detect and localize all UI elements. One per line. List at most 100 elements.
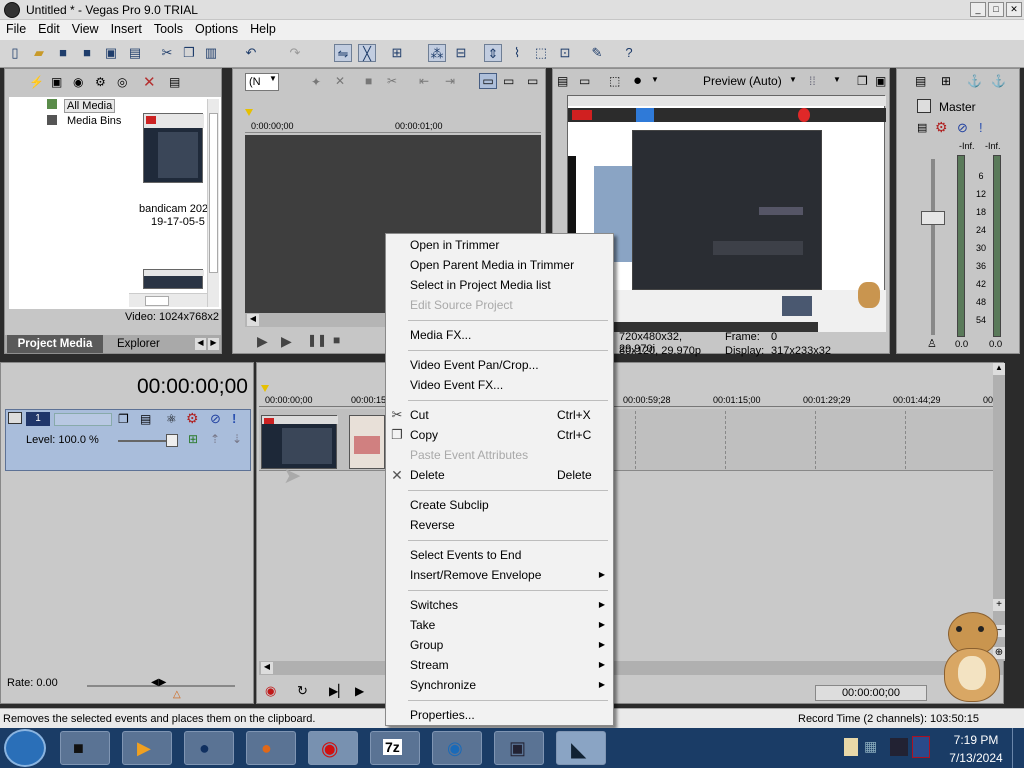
normal-edit-tool-icon[interactable]: ⇕ [484, 44, 502, 62]
insert-fx-icon[interactable]: ⚓ [967, 74, 982, 88]
ignore-grouping-icon[interactable]: ⊟ [452, 44, 470, 62]
menu-video-event-fx[interactable]: Video Event FX... [386, 375, 613, 395]
menu-create-subclip[interactable]: Create Subclip [386, 495, 613, 515]
taskbar-bandicam[interactable]: ◉ [308, 731, 358, 765]
insert-bus-icon[interactable]: ⊞ [941, 74, 951, 88]
lock-envelopes-icon[interactable]: ⁂ [428, 44, 446, 62]
master-fader-track[interactable] [931, 159, 935, 335]
track-fx-settings-icon[interactable]: ⚙ [186, 410, 199, 427]
import-media-icon[interactable]: ⚡ [29, 75, 44, 89]
envelope-tool-icon[interactable]: ⌇ [508, 44, 526, 62]
video-track-lane[interactable] [259, 409, 993, 471]
redo-icon[interactable]: ↷ [286, 44, 304, 62]
taskbar-app-3[interactable]: ● [184, 731, 234, 765]
capture-video-icon[interactable]: ▣ [51, 75, 62, 89]
cut-icon[interactable]: ✂ [158, 44, 176, 62]
menu-media-fx[interactable]: Media FX... [386, 325, 613, 345]
tabs-scroll-right[interactable]: ▶ [208, 338, 219, 350]
record-icon[interactable]: ◉ [265, 683, 276, 699]
menu-stream[interactable]: Stream ▶ [386, 655, 613, 675]
track-fx-icon[interactable]: ⚛ [166, 412, 177, 426]
master-solo-icon[interactable]: ! [979, 120, 983, 135]
track-solo-icon[interactable]: ! [232, 411, 236, 426]
tabs-scroll-left[interactable]: ◀ [195, 338, 206, 350]
properties-icon[interactable]: ▤ [126, 44, 144, 62]
save-snapshot-icon[interactable]: ▣ [875, 74, 886, 88]
start-button[interactable] [4, 729, 46, 767]
master-properties-icon[interactable]: ▤ [917, 121, 927, 134]
taskbar-firefox[interactable]: ● [246, 731, 296, 765]
taskbar-app-1[interactable]: ■ [60, 731, 110, 765]
menu-reverse[interactable]: Reverse [386, 515, 613, 535]
track-move-up-icon[interactable]: ⇡ [210, 432, 220, 446]
rate-slider-handle[interactable]: ◀▶ [151, 677, 166, 688]
close-button[interactable]: ✕ [1006, 2, 1022, 17]
preview-quality-arrow-icon[interactable]: ▼ [789, 75, 797, 84]
remove-media-icon[interactable]: ✕ [143, 73, 156, 91]
media-thumbnail[interactable] [143, 113, 204, 183]
master-fader-handle[interactable] [921, 211, 945, 225]
menu-help[interactable]: Help [244, 20, 282, 36]
mixer-properties-icon[interactable]: ▤ [915, 74, 926, 88]
media-vertical-scrollbar[interactable] [207, 99, 219, 307]
menu-insert[interactable]: Insert [105, 20, 148, 36]
new-project-icon[interactable]: ▯ [6, 44, 24, 62]
copy-snapshot-icon[interactable]: ❐ [857, 74, 868, 88]
trimmer-save-icon[interactable]: ■ [365, 74, 372, 88]
taskbar-media-player[interactable]: ▶ [122, 731, 172, 765]
menu-group[interactable]: Group ▶ [386, 635, 613, 655]
tab-project-media[interactable]: Project Media [7, 335, 103, 353]
timeline-scroll-left[interactable]: ◀ [261, 662, 273, 674]
trimmer-add-before-icon[interactable]: ⇤ [419, 74, 429, 88]
enable-snapping-icon[interactable]: ⇋ [334, 44, 352, 62]
media-fx-icon[interactable]: ⚙ [95, 75, 106, 89]
selection-tool-icon[interactable]: ⬚ [532, 44, 550, 62]
show-desktop-button[interactable] [1012, 728, 1024, 768]
media-generator-icon[interactable]: ◎ [117, 75, 127, 89]
menu-view[interactable]: View [66, 20, 105, 36]
trimmer-fx-icon[interactable]: ✦ [311, 75, 321, 89]
menu-properties[interactable]: Properties... [386, 705, 613, 725]
render-icon[interactable]: ▣ [102, 44, 120, 62]
trimmer-pause-icon[interactable]: ❚❚ [307, 333, 327, 347]
trimmer-scroll-left[interactable]: ◀ [247, 314, 259, 326]
play-from-start-icon[interactable]: ▶▏ [329, 684, 347, 698]
track-move-down-icon[interactable]: ⇣ [232, 432, 242, 446]
menu-video-event-pan-crop[interactable]: Video Event Pan/Crop... [386, 355, 613, 375]
taskbar-vegas[interactable]: ◣ [556, 731, 606, 765]
menu-switches[interactable]: Switches ▶ [386, 595, 613, 615]
auto-crossfade-icon[interactable]: ╳ [358, 44, 376, 62]
menu-take[interactable]: Take ▶ [386, 615, 613, 635]
split-screen-arrow-icon[interactable]: ▼ [651, 75, 659, 84]
save-icon[interactable]: ■ [54, 44, 72, 62]
auto-ripple-icon[interactable]: ⊞ [388, 44, 406, 62]
vegas-app-icon[interactable] [4, 2, 20, 18]
timeline-play-icon[interactable]: ▶ [355, 684, 364, 698]
menu-synchronize[interactable]: Synchronize ▶ [386, 675, 613, 695]
trimmer-split-icon[interactable]: ✂ [387, 74, 397, 88]
video-event-2[interactable] [349, 415, 385, 469]
taskbar-app-7[interactable]: ◉ [432, 731, 482, 765]
overlays-icon[interactable]: ⁞⁞ [809, 74, 816, 88]
trimmer-play-icon[interactable]: ▶ [281, 333, 292, 350]
maximize-button[interactable]: □ [988, 2, 1004, 17]
zoom-tool-icon[interactable]: ⊡ [556, 44, 574, 62]
taskbar-app-8[interactable]: ▣ [494, 731, 544, 765]
track-motion-icon[interactable]: ❐ [118, 412, 129, 426]
menu-delete[interactable]: ✕ Delete Delete [386, 465, 613, 485]
undo-icon[interactable]: ↶ [242, 44, 260, 62]
tray-network-icon[interactable]: ▦ [864, 738, 877, 755]
menu-options[interactable]: Options [189, 20, 244, 36]
external-monitor-icon[interactable]: ▭ [579, 74, 590, 88]
tray-icon-4[interactable] [912, 736, 930, 758]
track-composite-icon[interactable]: ▤ [140, 412, 151, 426]
track-expand-icon[interactable] [8, 412, 22, 424]
timeline-h-scrollbar[interactable]: ◀ [259, 661, 1003, 675]
overlays-arrow-icon[interactable]: ▼ [833, 75, 841, 84]
menu-copy[interactable]: ❐ Copy Ctrl+C [386, 425, 613, 445]
master-mute-icon[interactable]: ⊘ [957, 120, 968, 136]
downmix-icon[interactable]: ⚓ [991, 74, 1006, 88]
media-properties-icon[interactable]: ▤ [169, 75, 180, 89]
fader-lock-icon[interactable]: ♙ [927, 337, 937, 350]
menu-edit[interactable]: Edit [32, 20, 66, 36]
